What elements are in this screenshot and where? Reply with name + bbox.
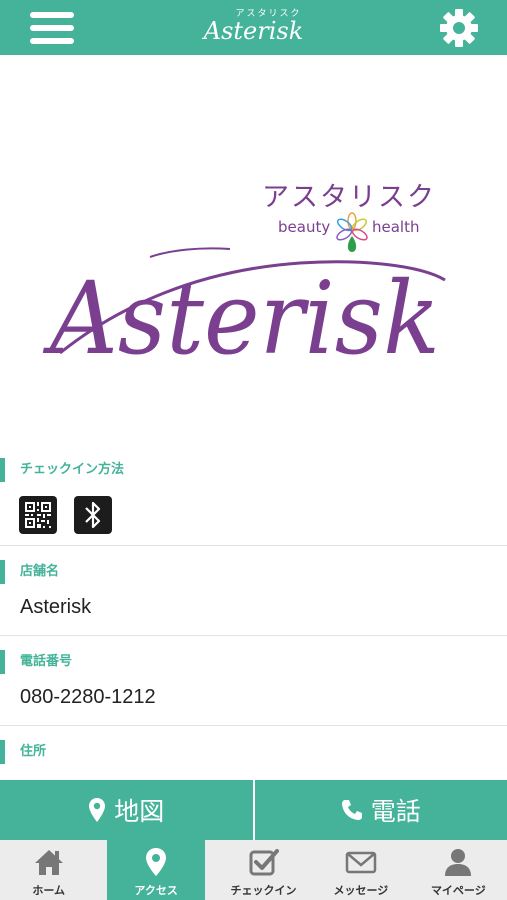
- flower-icon: [336, 212, 368, 252]
- tab-mypage[interactable]: マイページ: [410, 840, 507, 900]
- tab-checkin[interactable]: チェックイン: [215, 840, 312, 900]
- map-pin-icon: [146, 848, 167, 876]
- brand-logo-graphic: アスタリスク beauty health Asterisk: [42, 182, 446, 377]
- envelope-icon: [345, 851, 377, 874]
- user-icon: [445, 849, 472, 876]
- checkin-method-section: チェックイン方法: [0, 458, 507, 546]
- tab-message-label: メッセージ: [333, 884, 389, 897]
- checkbox-icon: [249, 849, 279, 876]
- qr-code-icon: [19, 496, 57, 534]
- phone-icon: [341, 800, 362, 820]
- map-button[interactable]: 地図: [0, 780, 253, 840]
- bluetooth-icon: [74, 496, 112, 534]
- tab-checkin-label: チェックイン: [230, 884, 297, 897]
- store-name-section: 店舗名 Asterisk: [0, 560, 507, 636]
- brand-logo-tagline-left: beauty: [278, 218, 330, 236]
- phone-number-label: 電話番号: [0, 650, 507, 674]
- bottom-tab-bar: ホーム アクセス チェックイン メッセージ マイページ: [0, 840, 507, 900]
- hamburger-menu-icon[interactable]: [30, 10, 74, 46]
- tab-message[interactable]: メッセージ: [312, 840, 409, 900]
- tab-access-label: アクセス: [134, 884, 178, 897]
- store-name-value: Asterisk: [20, 596, 92, 618]
- checkin-method-label: チェックイン方法: [0, 458, 507, 482]
- header-logo: アスタリスク Asterisk: [204, 6, 304, 43]
- brand-logo: アスタリスク beauty health Asterisk: [0, 55, 507, 455]
- map-pin-icon: [89, 798, 106, 822]
- tab-mypage-label: マイページ: [430, 884, 486, 897]
- brand-logo-kana: アスタリスク: [262, 182, 436, 213]
- checkin-icons: [0, 496, 507, 534]
- phone-number-section: 電話番号 080-2280-1212: [0, 650, 507, 726]
- address-section: 住所: [0, 740, 507, 780]
- call-button-label: 電話: [370, 797, 421, 826]
- tab-home[interactable]: ホーム: [0, 840, 97, 900]
- action-bar: 地図 電話: [0, 780, 507, 840]
- call-button[interactable]: 電話: [252, 780, 507, 840]
- brand-logo-tagline-right: health: [372, 218, 419, 236]
- phone-number-value[interactable]: 080-2280-1212: [0, 686, 507, 709]
- address-label: 住所: [0, 740, 507, 764]
- tab-home-label: ホーム: [32, 884, 66, 897]
- brand-logo-script: Asterisk: [42, 260, 440, 377]
- app-screen: アスタリスク Asterisk アスタリスク beauty health Ast…: [0, 0, 507, 900]
- header-logo-script: Asterisk: [203, 17, 304, 45]
- top-bar: アスタリスク Asterisk: [0, 0, 507, 55]
- map-button-label: 地図: [114, 797, 165, 826]
- gear-icon[interactable]: [437, 6, 481, 50]
- home-icon: [34, 850, 63, 875]
- tab-access[interactable]: アクセス: [107, 840, 205, 900]
- store-name-label: 店舗名: [0, 560, 507, 584]
